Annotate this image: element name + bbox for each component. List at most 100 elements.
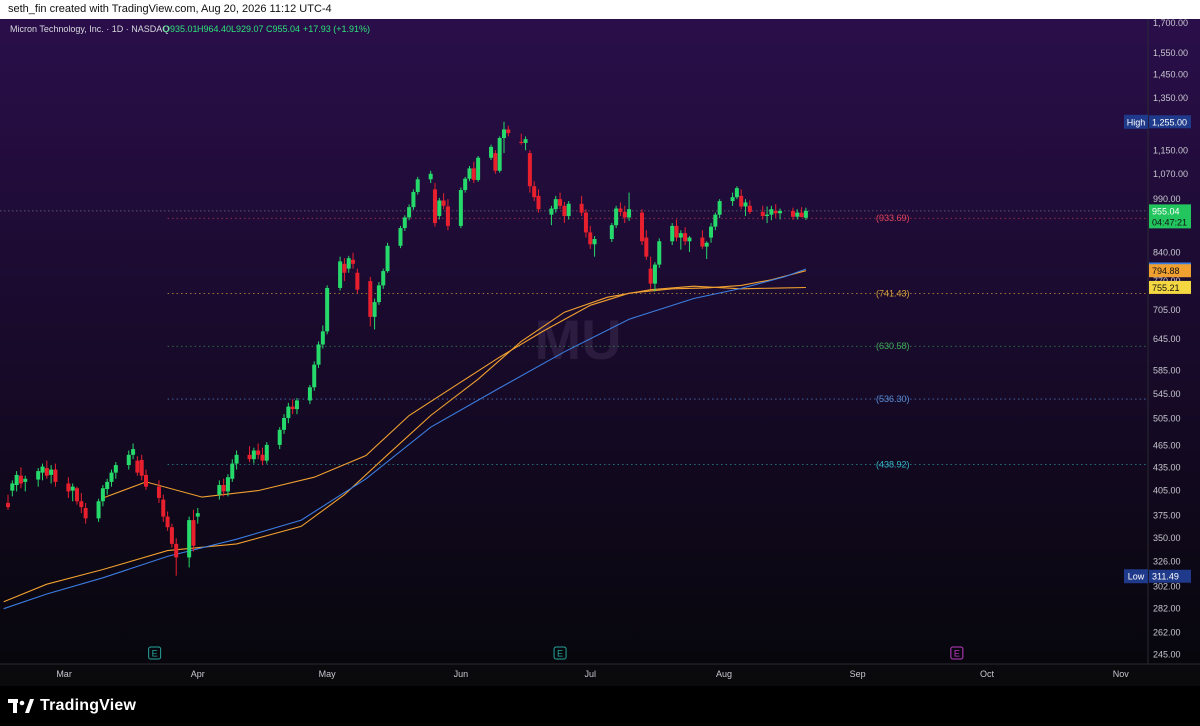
candle-body — [734, 188, 739, 198]
candle-body — [286, 406, 291, 419]
candle-body — [161, 499, 166, 517]
candle-body — [23, 478, 28, 482]
footer-bar: TradingView — [0, 686, 1200, 726]
candle-body — [165, 516, 170, 528]
candle-body — [14, 474, 19, 486]
candle-body — [40, 466, 45, 473]
candle-body — [670, 225, 675, 242]
chart-window: seth_fin created with TradingView.com, A… — [0, 0, 1200, 726]
candle-body — [471, 168, 476, 180]
candle-body — [44, 468, 49, 476]
price-tick-label: 545.00 — [1153, 389, 1181, 399]
time-tick-label: Oct — [980, 669, 995, 679]
candle-body — [381, 271, 386, 286]
price-axis-label: 794.88 — [1149, 264, 1191, 278]
tradingview-logo[interactable]: TradingView — [8, 694, 136, 718]
level-label: (741.43) — [876, 288, 910, 298]
candle-body — [100, 488, 105, 502]
price-tick-label: 585.00 — [1153, 366, 1181, 376]
candle-body — [648, 268, 653, 284]
candle-body — [730, 197, 735, 202]
candle-body — [437, 200, 442, 217]
candle-body — [247, 454, 252, 460]
candle-body — [627, 209, 632, 218]
price-chart[interactable]: MU (933.69)(741.43)(630.58)(536.30)(438.… — [0, 19, 1200, 686]
candle-body — [640, 212, 645, 242]
candle-body — [187, 520, 192, 558]
price-axis-label: High 1,255.00 — [1124, 114, 1191, 129]
candle-body — [351, 259, 356, 264]
time-axis[interactable]: Mar Apr May Jun Jul Aug Sep Oct Nov — [0, 663, 1200, 686]
level-label: (438.92) — [876, 459, 910, 469]
candle-body — [113, 465, 118, 473]
candle-body — [70, 486, 75, 491]
candle-body — [169, 527, 174, 544]
candle-body — [174, 543, 179, 558]
candle-body — [372, 302, 377, 317]
candle-body — [277, 429, 282, 445]
candle-body — [652, 264, 657, 284]
candle-body — [618, 208, 623, 212]
candle — [614, 205, 619, 229]
time-tick-label: Apr — [191, 669, 205, 679]
candle-body — [790, 210, 795, 217]
candle-body — [191, 520, 196, 546]
candle-body — [230, 463, 235, 479]
price-tick-label: 840.00 — [1153, 248, 1181, 258]
candle-body — [307, 387, 312, 401]
candle-body — [320, 331, 325, 345]
candle-body — [476, 157, 481, 180]
candle-body — [126, 454, 131, 466]
candle-body — [644, 237, 649, 257]
price-tick-label: 1,150.00 — [1153, 145, 1188, 155]
candle-body — [49, 469, 54, 475]
candle-body — [6, 502, 10, 508]
legend-high: H964.40 — [197, 24, 231, 34]
candle — [376, 281, 381, 305]
candle-body — [445, 206, 450, 226]
candle-body — [687, 237, 692, 242]
candle-body — [264, 444, 269, 461]
candle-body — [411, 191, 416, 208]
candle-body — [256, 450, 261, 455]
price-label-tag-text: Low — [1128, 572, 1145, 582]
candle-body — [342, 263, 347, 273]
candle-body — [463, 178, 468, 191]
candle-body — [549, 208, 554, 215]
candle — [312, 361, 317, 391]
price-tick-label: 1,070.00 — [1153, 169, 1188, 179]
price-tick-label: 282.00 — [1153, 604, 1181, 614]
price-tick-label: 245.00 — [1153, 650, 1181, 660]
candle-body — [10, 483, 15, 491]
earnings-marker-label: E — [954, 649, 960, 659]
candle-body — [579, 203, 584, 213]
price-axis-label: Low 311.49 — [1124, 569, 1191, 584]
legend-close: C955.04 — [266, 24, 300, 34]
candle-body — [778, 210, 783, 214]
candle-body — [376, 285, 381, 303]
candle-body — [700, 237, 705, 247]
price-axis-label: 755.21 — [1149, 280, 1191, 294]
price-tick-label: 302.00 — [1153, 581, 1181, 591]
candle-body — [622, 211, 627, 218]
price-label-tag-text: High — [1127, 117, 1146, 127]
candle-body — [96, 501, 101, 519]
level-label: (536.30) — [876, 394, 910, 404]
candle-body — [803, 210, 808, 218]
time-tick-label: Jun — [454, 669, 469, 679]
earnings-marker-label: E — [152, 649, 158, 659]
candle-body — [325, 287, 330, 332]
candle-body — [131, 449, 136, 455]
brand-name: TradingView — [40, 697, 137, 714]
time-tick-label: Aug — [716, 669, 732, 679]
candle-body — [709, 226, 714, 238]
candle — [415, 176, 420, 195]
candle-body — [558, 199, 563, 206]
candle-body — [566, 203, 571, 217]
candle-body — [75, 488, 80, 502]
candle-body — [225, 477, 230, 492]
candle-body — [489, 146, 494, 158]
time-axis-background — [0, 664, 1200, 686]
candle-body — [773, 210, 778, 214]
candle — [316, 341, 321, 368]
